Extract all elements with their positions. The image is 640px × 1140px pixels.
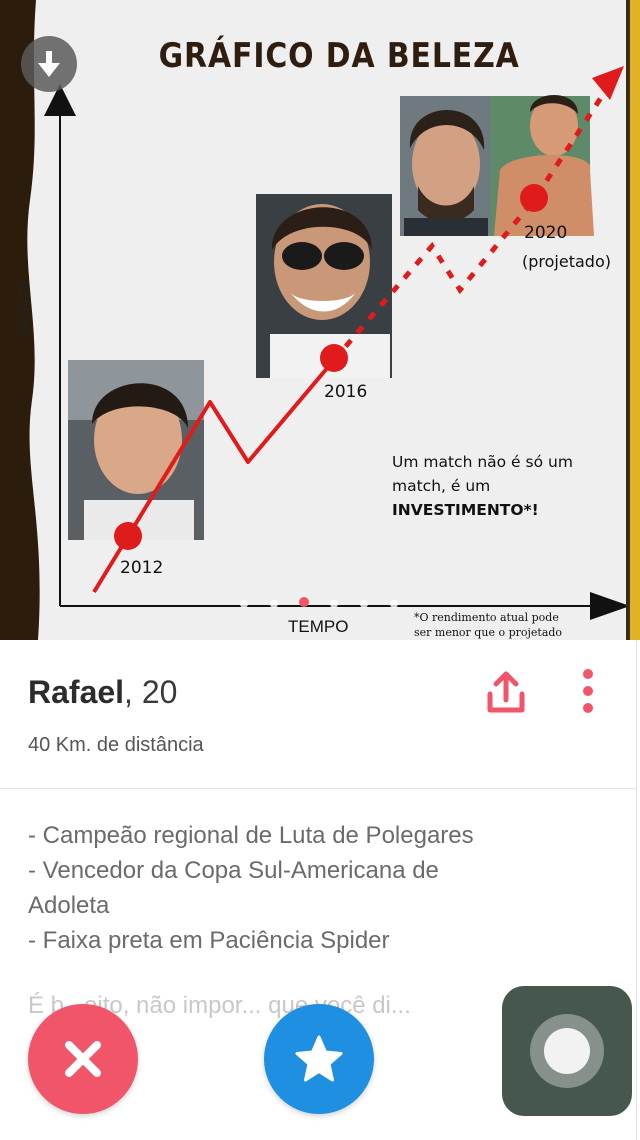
profile-distance: 40 Km. de distância (28, 734, 204, 756)
point-2020 (520, 184, 548, 212)
point-2016 (320, 344, 348, 372)
footnote: *O rendimento atual pode ser menor que o… (414, 610, 614, 640)
nope-button[interactable] (28, 1004, 138, 1114)
year-label-2020: 2020 (524, 223, 568, 243)
bio-line: - Vencedor da Copa Sul-Americana de (28, 857, 439, 884)
assistive-touch-ring (530, 1014, 604, 1088)
arrow-down-icon (38, 51, 60, 77)
x-axis-label: TEMPO (288, 617, 349, 636)
point-2012 (114, 522, 142, 550)
card-right-border (636, 640, 637, 1140)
y-axis-label: BELEZA (16, 280, 30, 334)
assistive-touch-dot (544, 1028, 590, 1074)
bio-line: Adoleta (28, 892, 110, 919)
pager-dot (390, 600, 398, 608)
assistive-touch-button[interactable] (502, 986, 632, 1116)
photo-2012 (68, 360, 204, 540)
bio-line: - Faixa preta em Paciência Spider (28, 927, 390, 954)
pager-dot-active (299, 597, 309, 607)
pager-dot (270, 600, 278, 608)
profile-name: Rafael, 20 (28, 674, 177, 711)
investment-message: Um match não é só um match, é um INVESTI… (392, 450, 612, 522)
share-button[interactable] (478, 664, 534, 720)
star-icon (295, 1035, 343, 1082)
share-icon (487, 671, 525, 713)
right-stripe-inner (626, 0, 630, 640)
close-icon (65, 1041, 101, 1077)
collapse-profile-button[interactable] (21, 36, 77, 92)
footnote-line-2: ser menor que o projetado (414, 626, 563, 639)
year-label-2016: 2016 (324, 382, 368, 402)
message-line-1: Um match não é só um (392, 453, 573, 471)
projected-label: (projetado) (522, 252, 611, 271)
pager-dot (360, 600, 368, 608)
divider (0, 788, 636, 789)
profile-bio: - Campeão regional de Luta de Polegares … (28, 818, 608, 958)
footnote-line-1: *O rendimento atual pode (414, 611, 559, 624)
message-line-2: match, é um (392, 477, 491, 495)
message-strong: INVESTIMENTO*! (392, 501, 539, 519)
super-like-button[interactable] (264, 1004, 374, 1114)
profile-age: , 20 (124, 674, 178, 710)
profile-photo[interactable]: GRÁFICO DA BELEZA BELEZA TEMPO 2012 2016… (0, 0, 640, 640)
pager-dot (240, 600, 248, 608)
pager-dot (330, 600, 338, 608)
more-vertical-icon (583, 669, 593, 713)
chart-title: GRÁFICO DA BELEZA (158, 36, 520, 76)
photo-2020-b (490, 95, 594, 236)
bio-line: - Campeão regional de Luta de Polegares (28, 822, 474, 849)
profile-first-name: Rafael (28, 674, 125, 710)
more-options-button[interactable] (570, 664, 606, 720)
photo-2020-a (400, 96, 490, 236)
beauty-chart (0, 0, 630, 640)
year-label-2012: 2012 (120, 558, 164, 578)
